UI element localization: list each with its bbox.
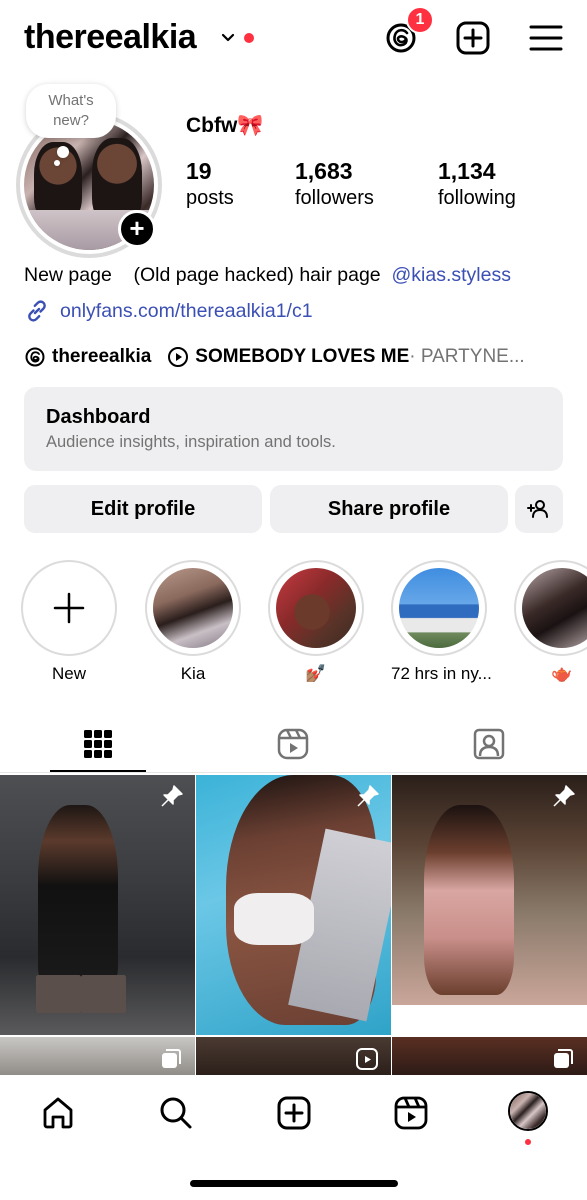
display-name: Cbfw🎀 [186, 114, 264, 137]
link-url[interactable]: onlyfans.com/thereaalkia1/c1 [60, 300, 313, 323]
stat-value: 19 [186, 158, 212, 184]
profile-link[interactable]: onlyfans.com/thereaalkia1/c1 [24, 298, 313, 324]
bio-text: New page (Old page hacked) hair page [24, 264, 392, 286]
pin-icon [357, 785, 379, 807]
stat-followers[interactable]: 1,683 followers [295, 158, 374, 212]
highlight-label: New [51, 664, 86, 683]
add-story-icon[interactable]: + [118, 210, 156, 248]
nav-home[interactable] [38, 1093, 78, 1133]
share-profile-button[interactable]: Share profile [270, 485, 508, 533]
highlight-cover [522, 568, 587, 648]
search-icon [160, 1097, 192, 1129]
professional-dashboard[interactable]: Dashboard Audience insights, inspiration… [24, 387, 563, 471]
stat-posts[interactable]: 19 posts [186, 158, 234, 212]
threads-music-row: thereealkia SOMEBODY LOVES ME · PARTYNE.… [24, 343, 569, 371]
bio: New page (Old page hacked) hair page @ki… [24, 264, 511, 287]
note-bubble-tail [54, 160, 60, 166]
tab-posts-grid[interactable] [50, 715, 146, 773]
grid-post[interactable] [0, 775, 195, 1035]
grid-icon [84, 730, 112, 758]
nav-reels[interactable] [391, 1093, 431, 1133]
highlight-cover [276, 568, 356, 648]
highlight-new[interactable]: New [21, 560, 117, 684]
play-circle-icon [168, 347, 189, 367]
threads-icon [25, 347, 45, 367]
stat-label: followers [295, 187, 374, 209]
music-artist: · PARTYNE... [409, 346, 525, 367]
tab-reels[interactable] [245, 715, 341, 773]
music-title[interactable]: SOMEBODY LOVES ME [195, 346, 409, 368]
highlight-nails[interactable]: 💅🏽 [268, 560, 364, 684]
highlight-kia[interactable]: Kia [145, 560, 241, 684]
chevron-down-icon[interactable] [220, 30, 236, 46]
bio-mention-link[interactable]: @kias.styless [391, 264, 511, 286]
tab-divider [0, 772, 587, 773]
carousel-icon [554, 1049, 573, 1068]
highlight-cover [153, 568, 233, 648]
stat-following[interactable]: 1,134 following [438, 158, 516, 212]
stat-label: following [438, 187, 516, 209]
home-icon [43, 1097, 73, 1129]
stat-label: posts [186, 187, 234, 209]
stat-value: 1,134 [438, 158, 496, 184]
reel-post-icon [356, 1048, 378, 1070]
discover-people-button[interactable] [515, 485, 563, 533]
create-icon [277, 1096, 311, 1130]
highlight-label: 💅🏽 [305, 664, 327, 683]
home-indicator [190, 1180, 398, 1187]
highlight-label: Kia [180, 664, 206, 683]
highlight-label: 🫖 [551, 664, 573, 683]
reels-icon [394, 1096, 428, 1130]
threads-handle[interactable]: thereealkia [52, 346, 151, 368]
tagged-icon [473, 728, 505, 760]
grid-post[interactable] [196, 775, 391, 1035]
highlight-new-circle [21, 560, 117, 656]
grid-post[interactable] [392, 775, 587, 1005]
add-user-icon [527, 500, 548, 518]
account-username[interactable]: thereealkia [24, 18, 197, 57]
nav-profile-avatar[interactable] [508, 1091, 548, 1131]
note-bubble-tail [57, 146, 69, 158]
stat-value: 1,683 [295, 158, 353, 184]
grid-post[interactable] [196, 1037, 391, 1077]
grid-post[interactable] [0, 1037, 195, 1077]
note-bubble[interactable]: What's new? [26, 84, 116, 138]
nav-create[interactable] [274, 1093, 314, 1133]
create-icon[interactable] [455, 20, 491, 56]
plus-icon [53, 592, 85, 624]
highlight-label: 72 hrs in ny... [391, 664, 492, 683]
grid-post[interactable] [392, 1037, 587, 1077]
nav-profile-dot [525, 1139, 531, 1145]
pin-icon [553, 785, 575, 807]
profile-header: thereealkia 1 [0, 0, 587, 78]
highlight-72-hrs-in-ny[interactable]: 72 hrs in ny... [391, 560, 492, 684]
menu-icon[interactable] [528, 20, 564, 56]
nav-search[interactable] [156, 1093, 196, 1133]
dashboard-title: Dashboard [46, 406, 151, 428]
highlight-teapot[interactable]: 🫖 [514, 560, 587, 684]
link-icon [28, 300, 46, 322]
account-switch-dot [244, 33, 254, 43]
dashboard-subtitle: Audience insights, inspiration and tools… [46, 433, 336, 451]
pin-icon [161, 785, 183, 807]
carousel-icon [162, 1049, 181, 1068]
reels-icon [277, 728, 309, 760]
edit-profile-button[interactable]: Edit profile [24, 485, 262, 533]
tab-tagged[interactable] [441, 715, 537, 773]
highlight-cover [399, 568, 479, 648]
notification-badge: 1 [406, 6, 434, 34]
